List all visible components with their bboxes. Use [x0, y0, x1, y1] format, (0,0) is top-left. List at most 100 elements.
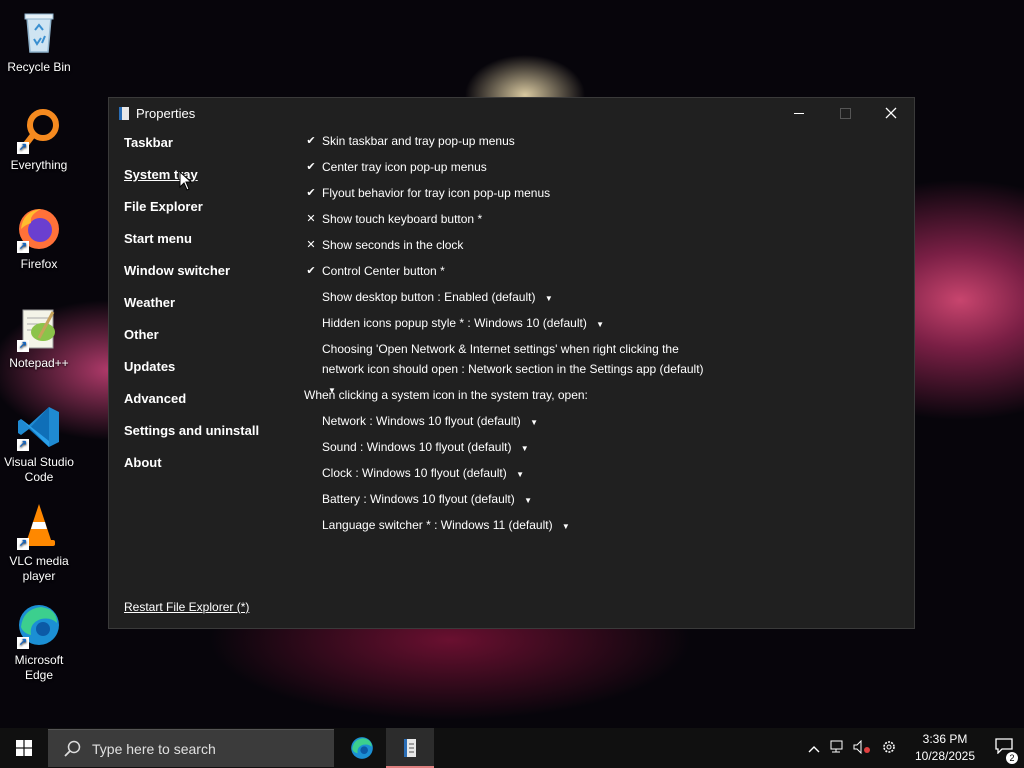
desktop-icon-label: Firefox — [20, 257, 58, 271]
setting-show-seconds[interactable]: ✕ Show seconds in the clock — [304, 232, 904, 258]
nav-item-taskbar[interactable]: Taskbar — [124, 128, 294, 160]
recycle-bin-icon — [15, 8, 63, 56]
dropdown-arrow-icon: ▼ — [520, 444, 529, 453]
settings-gear-icon[interactable] — [874, 739, 904, 758]
nav-item-other[interactable]: Other — [124, 320, 294, 352]
search-icon — [64, 740, 81, 757]
nav-item-about[interactable]: About — [124, 448, 294, 480]
setting-label: Choosing 'Open Network & Internet settin… — [322, 342, 704, 376]
volume-muted-icon[interactable] — [850, 739, 874, 757]
maximize-button — [822, 98, 868, 128]
taskbar-edge-button[interactable] — [338, 728, 386, 768]
dropdown-arrow-icon: ▼ — [561, 522, 570, 531]
nav-item-start-menu[interactable]: Start menu — [124, 224, 294, 256]
system-tray-settings: ✔ Skin taskbar and tray pop-up menus ✔ C… — [304, 128, 904, 538]
network-icon[interactable] — [826, 740, 850, 757]
taskbar-clock[interactable]: 3:36 PM 10/28/2025 — [906, 731, 984, 765]
cross-icon: ✕ — [306, 239, 316, 251]
nav-item-window-switcher[interactable]: Window switcher — [124, 256, 294, 288]
nav-item-system-tray[interactable]: System tray — [124, 160, 294, 192]
desktop-icon-label: Notepad++ — [9, 356, 69, 370]
vscode-icon: ↗ — [15, 403, 63, 451]
shortcut-arrow-icon: ↗ — [17, 538, 29, 550]
setting-label: Show seconds in the clock — [322, 238, 464, 252]
window-title: Properties — [136, 105, 196, 121]
system-icon-click-heading: When clicking a system icon in the syste… — [304, 388, 588, 402]
setting-clock-flyout[interactable]: Clock : Windows 10 flyout (default) ▼ — [304, 460, 904, 486]
check-icon: ✔ — [306, 161, 316, 173]
setting-skin-taskbar-menus[interactable]: ✔ Skin taskbar and tray pop-up menus — [304, 128, 904, 154]
settings-nav: Taskbar System tray File Explorer Start … — [124, 128, 294, 480]
nav-item-updates[interactable]: Updates — [124, 352, 294, 384]
shortcut-arrow-icon: ↗ — [17, 142, 29, 154]
nav-item-settings-and-uninstall[interactable]: Settings and uninstall — [124, 416, 294, 448]
notification-center-button[interactable]: 2 — [984, 737, 1024, 764]
restart-file-explorer-link[interactable]: Restart File Explorer (*) — [124, 600, 249, 614]
desktop-icon-label: Microsoft Edge — [14, 653, 64, 682]
dropdown-arrow-icon: ▼ — [530, 418, 539, 427]
check-icon: ✔ — [306, 135, 316, 147]
nav-item-file-explorer[interactable]: File Explorer — [124, 192, 294, 224]
dropdown-arrow-icon: ▼ — [596, 320, 605, 329]
setting-label: Battery : Windows 10 flyout (default) — [322, 492, 515, 506]
setting-label: Flyout behavior for tray icon pop-up men… — [322, 186, 551, 200]
notification-count-badge: 2 — [1006, 751, 1018, 764]
dropdown-arrow-icon: ▼ — [524, 496, 533, 505]
setting-battery-flyout[interactable]: Battery : Windows 10 flyout (default) ▼ — [304, 486, 904, 512]
desktop-icon-recycle-bin[interactable]: Recycle Bin — [0, 8, 78, 75]
desktop-icon-label: Everything — [10, 158, 68, 172]
desktop-icon-label: Visual Studio Code — [4, 455, 74, 484]
taskbar-properties-button[interactable] — [386, 728, 434, 768]
nav-item-weather[interactable]: Weather — [124, 288, 294, 320]
setting-sound-flyout[interactable]: Sound : Windows 10 flyout (default) ▼ — [304, 434, 904, 460]
setting-flyout-behavior[interactable]: ✔ Flyout behavior for tray icon pop-up m… — [304, 180, 904, 206]
desktop-icon-everything[interactable]: ↗ Everything — [0, 106, 78, 173]
shortcut-arrow-icon: ↗ — [17, 439, 29, 451]
setting-label: Network : Windows 10 flyout (default) — [322, 414, 521, 428]
desktop-icon-label: VLC media player — [9, 554, 69, 583]
system-tray: 3:36 PM 10/28/2025 2 — [802, 728, 1024, 768]
properties-app-icon — [404, 739, 416, 757]
firefox-icon: ↗ — [15, 205, 63, 253]
minimize-icon — [794, 112, 804, 114]
search-input[interactable] — [90, 739, 314, 758]
setting-show-desktop-button[interactable]: Show desktop button : Enabled (default) … — [304, 284, 904, 310]
start-button[interactable] — [0, 728, 48, 768]
setting-hidden-icons-popup-style[interactable]: Hidden icons popup style * : Windows 10 … — [304, 310, 904, 336]
title-bar[interactable]: Properties — [109, 98, 914, 128]
minimize-button[interactable] — [776, 98, 822, 128]
desktop-icon-vscode[interactable]: ↗ Visual Studio Code — [0, 403, 78, 485]
desktop-icon-vlc[interactable]: ↗ VLC media player — [0, 502, 78, 584]
setting-network-flyout[interactable]: Network : Windows 10 flyout (default) ▼ — [304, 408, 904, 434]
setting-center-tray-menus[interactable]: ✔ Center tray icon pop-up menus — [304, 154, 904, 180]
taskbar-search-box[interactable] — [48, 729, 334, 767]
taskbar: 3:36 PM 10/28/2025 2 — [0, 728, 1024, 768]
setting-label: Hidden icons popup style * : Windows 10 … — [322, 316, 587, 330]
desktop-icon-edge[interactable]: ↗ Microsoft Edge — [0, 601, 78, 683]
dropdown-arrow-icon: ▼ — [516, 470, 525, 479]
setting-language-switcher[interactable]: Language switcher * : Windows 11 (defaul… — [304, 512, 904, 538]
setting-label: Center tray icon pop-up menus — [322, 160, 487, 174]
check-icon: ✔ — [306, 187, 316, 199]
show-hidden-icons-chevron-icon[interactable] — [802, 741, 826, 756]
maximize-icon — [839, 107, 851, 119]
edge-icon — [351, 737, 373, 759]
shortcut-arrow-icon: ↗ — [17, 241, 29, 253]
setting-label: Show touch keyboard button * — [322, 212, 483, 226]
setting-network-settings-target[interactable]: Choosing 'Open Network & Internet settin… — [304, 336, 704, 395]
edge-icon: ↗ — [15, 601, 63, 649]
clock-time: 3:36 PM — [922, 732, 968, 746]
app-icon — [119, 106, 129, 120]
close-icon — [885, 107, 897, 119]
shortcut-arrow-icon: ↗ — [17, 340, 29, 352]
setting-touch-keyboard-button[interactable]: ✕ Show touch keyboard button * — [304, 206, 904, 232]
nav-item-advanced[interactable]: Advanced — [124, 384, 294, 416]
desktop-icon-firefox[interactable]: ↗ Firefox — [0, 205, 78, 272]
desktop-icon-notepad-plus-plus[interactable]: ↗ Notepad++ — [0, 304, 78, 371]
setting-control-center-button[interactable]: ✔ Control Center button * — [304, 258, 904, 284]
notepad-plus-plus-icon: ↗ — [15, 304, 63, 352]
cross-icon: ✕ — [306, 213, 316, 225]
close-button[interactable] — [868, 98, 914, 128]
mouse-cursor-icon — [179, 171, 193, 191]
setting-label: Language switcher * : Windows 11 (defaul… — [322, 518, 553, 532]
